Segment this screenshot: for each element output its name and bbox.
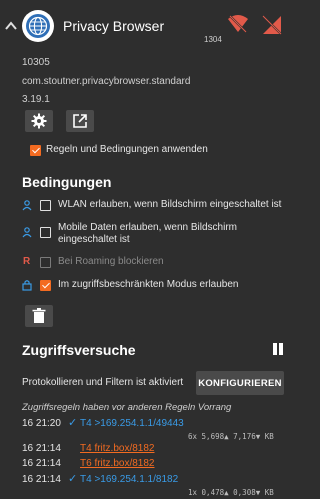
apply-rules-label: Regeln und Bedingungen anwenden bbox=[46, 144, 208, 155]
wlan-screen-on-checkbox[interactable] bbox=[40, 200, 51, 211]
configure-button[interactable]: KONFIGURIEREN bbox=[196, 371, 284, 395]
app-header[interactable]: Privacy Browser 1304 bbox=[0, 0, 295, 54]
app-title: Privacy Browser bbox=[63, 18, 165, 34]
access-entry-time: 16 21:14 bbox=[22, 474, 61, 485]
access-entry-time: 16 21:14 bbox=[22, 443, 61, 454]
access-entry-time: 16 21:20 bbox=[22, 418, 61, 429]
app-globe-icon bbox=[22, 10, 54, 42]
roaming-block-label: Bei Roaming blockieren bbox=[58, 256, 164, 267]
access-entry-stats: 1x 0,478▲ 0,308▼ KB bbox=[188, 488, 274, 497]
mobile-screen-on-label-line2: eingeschaltet ist bbox=[58, 234, 130, 245]
access-entry-dest[interactable]: T4 >169.254.1.1/49443 bbox=[80, 418, 184, 429]
user-icon bbox=[22, 227, 32, 238]
user-icon bbox=[22, 200, 32, 211]
mobile-screen-on-checkbox[interactable] bbox=[40, 227, 51, 238]
lock-icon bbox=[22, 280, 32, 291]
lockdown-label: Im zugriffsbeschränkten Modus erlauben bbox=[58, 279, 239, 290]
check-icon: ✓ bbox=[68, 417, 78, 429]
roaming-marker: R bbox=[23, 256, 31, 267]
wlan-screen-on-label: WLAN erlauben, wenn Bildschirm eingescha… bbox=[58, 199, 282, 210]
trash-icon bbox=[32, 308, 46, 323]
gear-icon bbox=[31, 113, 47, 129]
access-entry-stats: 6x 5,698▲ 7,176▼ KB bbox=[188, 432, 274, 441]
roaming-block-checkbox[interactable] bbox=[40, 257, 51, 268]
wifi-off-icon[interactable] bbox=[227, 14, 249, 34]
pause-button[interactable] bbox=[272, 343, 284, 355]
app-package-name: com.stoutner.privacybrowser.standard bbox=[22, 76, 191, 87]
access-entry-time: 16 21:14 bbox=[22, 458, 61, 469]
check-icon: ✓ bbox=[68, 473, 78, 485]
chevron-up-icon[interactable] bbox=[4, 19, 18, 33]
app-uid-badge: 1304 bbox=[204, 35, 222, 44]
apply-rules-checkbox[interactable] bbox=[30, 145, 41, 156]
access-rules-note: Zugriffsregeln haben vor anderen Regeln … bbox=[22, 402, 232, 413]
mobile-screen-on-label-line1: Mobile Daten erlauben, wenn Bildschirm bbox=[58, 222, 237, 233]
delete-button[interactable] bbox=[25, 305, 53, 327]
access-entry-dest[interactable]: T4 fritz.box/8182 bbox=[80, 443, 154, 454]
conditions-heading: Bedingungen bbox=[22, 174, 112, 190]
access-heading: Zugriffsversuche bbox=[22, 342, 136, 358]
access-entry-dest[interactable]: T4 >169.254.1.1/8182 bbox=[80, 474, 178, 485]
app-version: 3.19.1 bbox=[22, 94, 50, 105]
logging-status: Protokollieren und Filtern ist aktiviert bbox=[22, 377, 184, 388]
app-detail-page: Privacy Browser 1304 10305 com.stoutner.… bbox=[0, 0, 295, 499]
open-app-button[interactable] bbox=[66, 110, 94, 132]
app-uid-number: 10305 bbox=[22, 57, 50, 68]
access-entry-dest[interactable]: T6 fritz.box/8182 bbox=[80, 458, 154, 469]
external-link-icon bbox=[73, 114, 87, 128]
lockdown-checkbox[interactable] bbox=[40, 280, 51, 291]
signal-off-icon[interactable] bbox=[261, 14, 283, 36]
settings-button[interactable] bbox=[25, 110, 53, 132]
